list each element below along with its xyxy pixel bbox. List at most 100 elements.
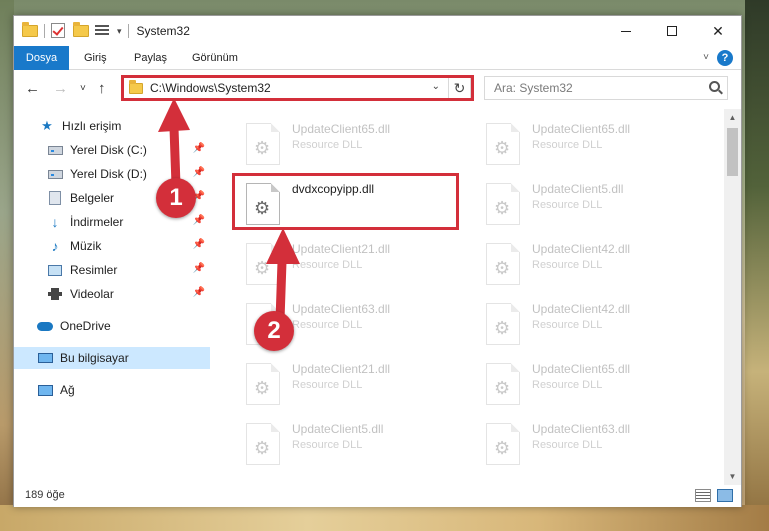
- sidebar-item-this-pc[interactable]: Bu bilgisayar: [14, 347, 210, 369]
- search-box[interactable]: Ara: System32: [484, 76, 728, 100]
- file-item[interactable]: ⚙ UpdateClient42.dll Resource DLL: [471, 235, 696, 295]
- sidebar-item-label: OneDrive: [60, 319, 111, 333]
- search-icon[interactable]: [709, 81, 720, 92]
- sidebar-item-label: İndirmeler: [70, 215, 124, 229]
- sidebar-item-quick-access[interactable]: ★ Hızlı erişim: [14, 115, 210, 137]
- pin-icon[interactable]: 📌: [193, 143, 205, 154]
- pin-icon[interactable]: 📌: [193, 287, 205, 298]
- tab-home[interactable]: Giriş: [74, 46, 117, 70]
- title-bar: ▾ System32 ✕: [14, 16, 741, 46]
- sidebar-item-label: Bu bilgisayar: [60, 351, 129, 365]
- drive-icon: [47, 143, 63, 157]
- file-item[interactable]: ⚙ UpdateClient5.dll Resource DLL: [471, 175, 696, 235]
- file-item[interactable]: ⚙ UpdateClient21.dll Resource DLL: [231, 355, 456, 415]
- star-icon: ★: [41, 118, 53, 133]
- scroll-down-icon[interactable]: ▼: [724, 468, 741, 485]
- dll-file-icon: ⚙: [486, 363, 520, 405]
- music-icon: ♪: [51, 238, 59, 254]
- network-icon: [37, 383, 53, 397]
- sidebar-item-local-disk-c[interactable]: Yerel Disk (C:) 📌: [14, 139, 210, 161]
- recent-locations-chevron-icon[interactable]: ˅: [80, 83, 86, 94]
- tab-view[interactable]: Görünüm: [182, 46, 248, 70]
- file-item[interactable]: ⚙ UpdateClient65.dll Resource DLL: [471, 115, 696, 175]
- file-type: Resource DLL: [292, 139, 363, 151]
- help-icon[interactable]: ?: [717, 50, 733, 66]
- window-title: System32: [136, 24, 190, 38]
- minimize-button[interactable]: [603, 16, 649, 46]
- forward-arrow-icon[interactable]: →: [53, 80, 68, 97]
- window-controls: ✕: [603, 16, 741, 46]
- file-name: UpdateClient63.dll: [532, 422, 631, 436]
- scroll-up-icon[interactable]: ▲: [724, 109, 741, 126]
- close-button[interactable]: ✕: [695, 16, 741, 46]
- search-input[interactable]: Ara: System32: [494, 81, 573, 95]
- file-item[interactable]: ⚙ UpdateClient65.dll Resource DLL: [471, 355, 696, 415]
- scrollbar-thumb[interactable]: [727, 128, 738, 176]
- desktop-background-bottom: [0, 505, 769, 531]
- sidebar-item-videos[interactable]: Videolar 📌: [14, 283, 210, 305]
- file-type: Resource DLL: [532, 139, 603, 151]
- file-item[interactable]: ⚙ UpdateClient21.dll Resource DLL: [231, 235, 456, 295]
- file-name: UpdateClient21.dll: [292, 242, 391, 256]
- desktop-background-left: [0, 0, 14, 531]
- file-item[interactable]: ⚙ UpdateClient5.dll Resource DLL: [231, 415, 456, 475]
- file-type: Resource DLL: [292, 259, 363, 271]
- up-arrow-icon[interactable]: ↑: [98, 80, 106, 97]
- sidebar-item-label: Videolar: [70, 287, 114, 301]
- dll-file-icon: ⚙: [486, 123, 520, 165]
- desktop-background-right: [745, 0, 769, 531]
- file-name: UpdateClient42.dll: [532, 242, 631, 256]
- file-type: Resource DLL: [292, 439, 363, 451]
- checkmark-icon[interactable]: [51, 23, 67, 39]
- documents-icon: [47, 191, 63, 205]
- sidebar-item-label: Hızlı erişim: [62, 119, 122, 133]
- pin-icon[interactable]: 📌: [193, 215, 205, 226]
- file-name: UpdateClient65.dll: [532, 122, 631, 136]
- maximize-button[interactable]: [649, 16, 695, 46]
- file-item[interactable]: ⚙ UpdateClient63.dll Resource DLL: [471, 415, 696, 475]
- sidebar-item-label: Müzik: [70, 239, 102, 253]
- dll-file-icon: ⚙: [486, 303, 520, 345]
- details-view-icon[interactable]: [695, 489, 711, 502]
- tab-share[interactable]: Paylaş: [124, 46, 177, 70]
- sidebar-item-label: Resimler: [70, 263, 118, 277]
- drive-icon: [47, 167, 63, 181]
- file-name: UpdateClient5.dll: [292, 422, 384, 436]
- sidebar-item-music[interactable]: ♪ Müzik 📌: [14, 235, 210, 257]
- file-name: UpdateClient42.dll: [532, 302, 631, 316]
- pin-icon[interactable]: 📌: [193, 167, 205, 178]
- address-highlight-box: [121, 75, 474, 101]
- pin-icon[interactable]: 📌: [193, 263, 205, 274]
- file-name: UpdateClient21.dll: [292, 362, 391, 376]
- file-type: Resource DLL: [532, 199, 603, 211]
- toolbar-separator: [44, 24, 45, 38]
- computer-icon: [37, 351, 53, 365]
- back-arrow-icon[interactable]: ←: [25, 80, 40, 97]
- sidebar-item-pictures[interactable]: Resimler 📌: [14, 259, 210, 281]
- file-name: UpdateClient5.dll: [532, 182, 624, 196]
- dll-file-icon: ⚙: [246, 243, 280, 285]
- pin-icon[interactable]: 📌: [193, 239, 205, 250]
- file-highlight-box: [232, 173, 459, 230]
- chevron-down-icon[interactable]: ▾: [117, 26, 122, 37]
- file-type: Resource DLL: [292, 379, 363, 391]
- tab-file[interactable]: Dosya: [14, 46, 69, 70]
- file-item[interactable]: ⚙ UpdateClient42.dll Resource DLL: [471, 295, 696, 355]
- chevron-down-icon[interactable]: ˅: [703, 52, 709, 63]
- new-folder-icon[interactable]: [73, 22, 89, 39]
- sidebar-item-onedrive[interactable]: OneDrive: [14, 315, 210, 337]
- sidebar-item-label: Yerel Disk (D:): [70, 167, 147, 181]
- dll-file-icon: ⚙: [486, 423, 520, 465]
- properties-icon[interactable]: [95, 23, 111, 39]
- large-icons-view-icon[interactable]: [717, 489, 733, 502]
- toolbar-separator: [127, 24, 129, 38]
- sidebar-item-label: Ağ: [60, 383, 75, 397]
- sidebar-item-label: Yerel Disk (C:): [70, 143, 147, 157]
- folder-icon: [22, 22, 38, 39]
- quick-access-toolbar: ▾ System32: [22, 22, 190, 39]
- vertical-scrollbar[interactable]: ▲ ▼: [724, 109, 741, 485]
- cloud-icon: [37, 319, 53, 333]
- file-item[interactable]: ⚙ UpdateClient65.dll Resource DLL: [231, 115, 456, 175]
- maximize-icon: [667, 26, 677, 36]
- sidebar-item-network[interactable]: Ağ: [14, 379, 210, 401]
